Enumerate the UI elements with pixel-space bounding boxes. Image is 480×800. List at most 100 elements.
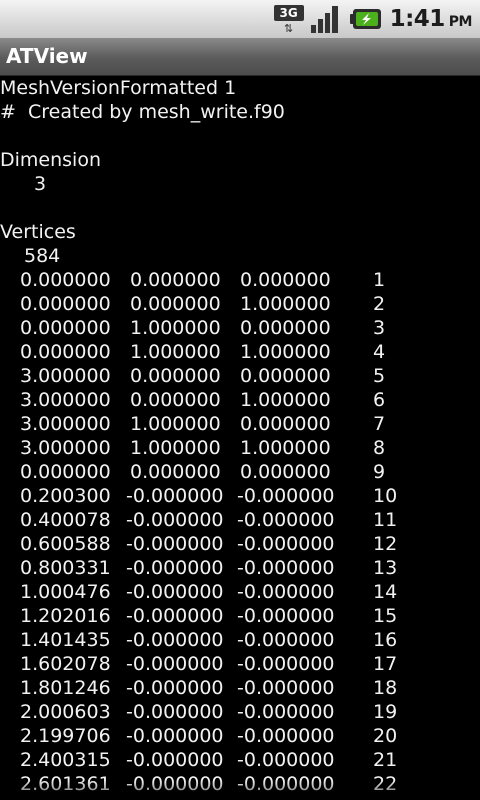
- vertex-index: 7: [373, 413, 386, 435]
- vertex-y: -0.000000: [126, 749, 224, 771]
- vertex-x: 0.000000: [20, 317, 111, 339]
- vertex-z: -0.000000: [237, 509, 335, 531]
- vertex-row: 2.199706 -0.000000 -0.000000 20: [0, 724, 480, 748]
- vertex-x: 2.000603: [20, 701, 111, 723]
- vertex-row: 1.000476 -0.000000 -0.000000 14: [0, 580, 480, 604]
- vertex-y: -0.000000: [126, 509, 224, 531]
- vertex-index: 2: [373, 293, 386, 315]
- vertex-x: 0.400078: [20, 509, 111, 531]
- vertex-x: 0.000000: [20, 461, 111, 483]
- vertex-y: -0.000000: [126, 485, 224, 507]
- dimension-label: Dimension: [0, 149, 101, 171]
- vertex-x: 0.800331: [20, 557, 111, 579]
- vertex-y: -0.000000: [126, 533, 224, 555]
- vertices-label: Vertices: [0, 221, 76, 243]
- vertex-y: -0.000000: [126, 605, 224, 627]
- vertex-y: -0.000000: [126, 629, 224, 651]
- vertex-index: 10: [373, 485, 398, 507]
- vertex-index: 22: [373, 773, 398, 795]
- vertex-y: 0.000000: [130, 269, 221, 291]
- vertex-z: -0.000000: [237, 557, 335, 579]
- vertex-x: 2.601361: [20, 773, 111, 795]
- vertex-y: 1.000000: [130, 341, 221, 363]
- network-type-label: 3G: [273, 5, 304, 21]
- vertex-z: 0.000000: [240, 413, 331, 435]
- vertex-row: 0.400078 -0.000000 -0.000000 11: [0, 508, 480, 532]
- vertex-z: -0.000000: [237, 701, 335, 723]
- vertex-row: 0.000000 1.000000 0.000000 3: [0, 316, 480, 340]
- app-title: ATView: [6, 44, 88, 68]
- vertex-z: -0.000000: [237, 773, 335, 795]
- vertex-x: 0.200300: [20, 485, 111, 507]
- vertex-z: 0.000000: [240, 269, 331, 291]
- vertex-index: 5: [373, 365, 386, 387]
- vertex-x: 3.000000: [20, 437, 111, 459]
- vertex-row: 2.000603 -0.000000 -0.000000 19: [0, 700, 480, 724]
- vertex-y: -0.000000: [126, 653, 224, 675]
- vertex-row: 3.000000 1.000000 0.000000 7: [0, 412, 480, 436]
- vertex-row: 3.000000 0.000000 0.000000 5: [0, 364, 480, 388]
- vertex-row: 3.000000 0.000000 1.000000 6: [0, 388, 480, 412]
- vertex-row: 2.601361 -0.000000 -0.000000 22: [0, 772, 480, 796]
- vertex-y: 0.000000: [130, 461, 221, 483]
- vertex-x: 3.000000: [20, 389, 111, 411]
- vertex-row: 1.801246 -0.000000 -0.000000 18: [0, 676, 480, 700]
- vertex-x: 3.000000: [20, 365, 111, 387]
- vertex-row: 1.401435 -0.000000 -0.000000 16: [0, 628, 480, 652]
- vertex-x: 1.202016: [20, 605, 111, 627]
- vertex-z: 1.000000: [240, 341, 331, 363]
- vertex-y: -0.000000: [126, 701, 224, 723]
- vertex-x: 1.000476: [20, 581, 111, 603]
- vertex-z: -0.000000: [237, 629, 335, 651]
- vertex-index: 19: [373, 701, 398, 723]
- clock-ampm: PM: [448, 14, 473, 30]
- vertex-row: 0.000000 0.000000 1.000000 2: [0, 292, 480, 316]
- vertex-index: 21: [373, 749, 398, 771]
- vertex-x: 1.602078: [20, 653, 111, 675]
- vertex-z: -0.000000: [237, 485, 335, 507]
- vertex-y: 1.000000: [130, 413, 221, 435]
- vertex-index: 18: [373, 677, 398, 699]
- vertex-z: 1.000000: [240, 293, 331, 315]
- header-line: MeshVersionFormatted 1: [0, 77, 237, 99]
- vertex-x: 3.000000: [20, 413, 111, 435]
- vertex-index: 15: [373, 605, 398, 627]
- file-content-view[interactable]: MeshVersionFormatted 1 # Created by mesh…: [0, 76, 480, 800]
- vertices-count: 584: [24, 245, 61, 267]
- vertex-x: 0.000000: [20, 269, 111, 291]
- network-3g-icon: 3G ⇅: [273, 3, 304, 35]
- vertex-row: 0.000000 1.000000 1.000000 4: [0, 340, 480, 364]
- vertex-row: 0.000000 0.000000 0.000000 1: [0, 268, 480, 292]
- status-icons: 3G ⇅ 1:41 PM: [273, 0, 473, 38]
- vertex-y: -0.000000: [126, 557, 224, 579]
- vertex-row: 0.800331 -0.000000 -0.000000 13: [0, 556, 480, 580]
- vertex-x: 1.801246: [20, 677, 111, 699]
- status-bar: 3G ⇅ 1:41 PM: [0, 0, 480, 38]
- vertex-x: 1.401435: [20, 629, 111, 651]
- vertex-z: -0.000000: [237, 677, 335, 699]
- vertex-row: 1.202016 -0.000000 -0.000000 15: [0, 604, 480, 628]
- vertex-x: 2.400315: [20, 749, 111, 771]
- vertex-z: -0.000000: [237, 581, 335, 603]
- vertex-x: 0.000000: [20, 341, 111, 363]
- vertex-z: -0.000000: [237, 725, 335, 747]
- status-clock: 1:41 PM: [390, 6, 473, 32]
- vertex-index: 16: [373, 629, 398, 651]
- vertex-z: 0.000000: [240, 317, 331, 339]
- vertex-row: 0.200300 -0.000000 -0.000000 10: [0, 484, 480, 508]
- vertex-z: 0.000000: [240, 461, 331, 483]
- vertex-index: 6: [373, 389, 386, 411]
- vertex-index: 4: [373, 341, 386, 363]
- vertex-y: 0.000000: [130, 365, 221, 387]
- vertex-x: 0.000000: [20, 293, 111, 315]
- vertex-row: 2.400315 -0.000000 -0.000000 21: [0, 748, 480, 772]
- vertex-y: 0.000000: [130, 389, 221, 411]
- vertex-index: 12: [373, 533, 398, 555]
- vertex-row: 0.600588 -0.000000 -0.000000 12: [0, 532, 480, 556]
- vertex-index: 8: [373, 437, 386, 459]
- vertex-y: 1.000000: [130, 317, 221, 339]
- comment-line: # Created by mesh_write.f90: [0, 101, 285, 123]
- vertex-index: 11: [373, 509, 398, 531]
- vertex-index: 17: [373, 653, 398, 675]
